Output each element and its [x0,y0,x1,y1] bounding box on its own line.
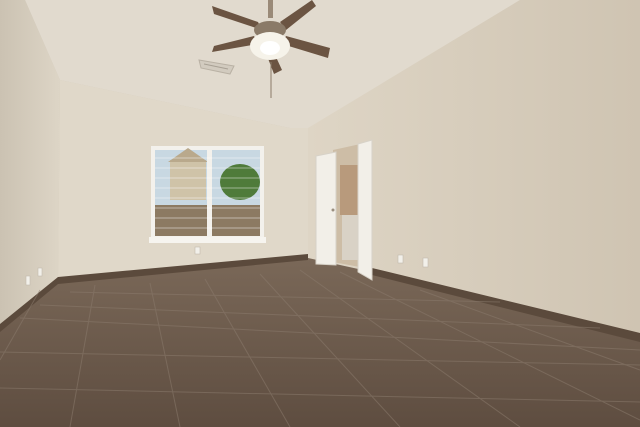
doorway [315,139,373,281]
window [149,146,266,243]
electrical-outlet-icon [194,246,201,255]
electrical-outlet-icon [37,267,43,277]
room-scene [0,0,640,427]
electrical-outlet-icon [422,257,429,268]
electrical-outlet-icon [397,254,404,264]
door-right [357,139,373,281]
electrical-outlet-icon [25,275,31,286]
